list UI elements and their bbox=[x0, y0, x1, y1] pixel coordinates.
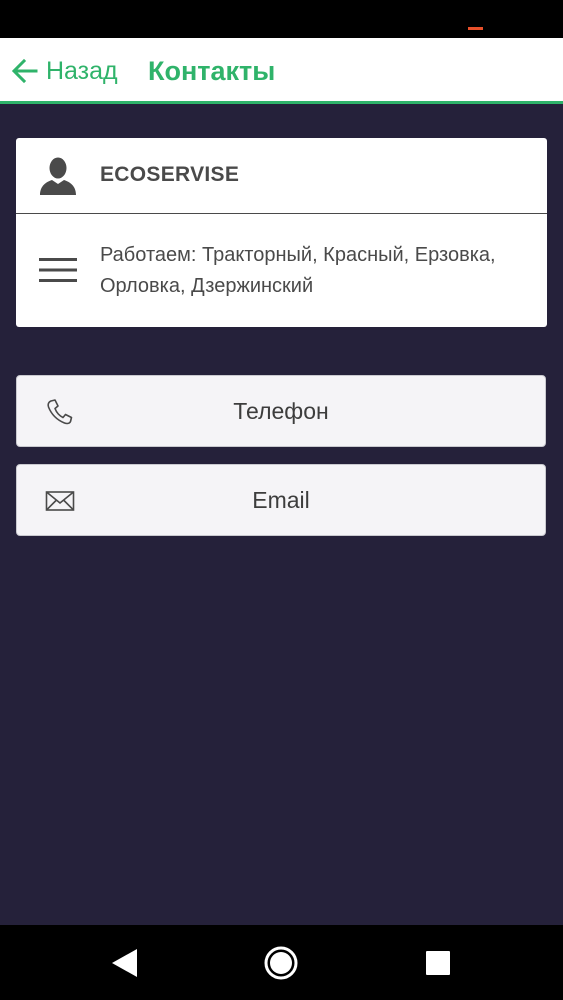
triangle-back-icon[interactable] bbox=[108, 945, 144, 981]
square-recent-icon[interactable] bbox=[420, 945, 456, 981]
description-row: Работаем: Тракторный, Красный, Ерзовка, … bbox=[16, 214, 547, 327]
circle-home-icon[interactable] bbox=[263, 945, 299, 981]
company-row: ECOSERVISE bbox=[16, 138, 547, 214]
arrow-left-icon bbox=[11, 58, 38, 84]
menu-icon bbox=[39, 258, 77, 282]
status-indicator bbox=[468, 27, 483, 30]
person-icon bbox=[40, 157, 76, 195]
page-title: Контакты bbox=[148, 56, 276, 86]
status-bar bbox=[0, 0, 563, 38]
back-button[interactable]: Назад bbox=[10, 52, 118, 90]
service-areas-text: Работаем: Тракторный, Красный, Ерзовка, … bbox=[100, 244, 496, 297]
back-label: Назад bbox=[46, 56, 118, 85]
screen: Назад Контакты ECOSERVISE Работаем: Трак… bbox=[0, 0, 563, 1000]
company-name: ECOSERVISE bbox=[100, 163, 240, 186]
system-nav-bar bbox=[0, 925, 563, 1000]
app-header: Назад Контакты bbox=[0, 38, 563, 104]
phone-label: Телефон bbox=[233, 397, 329, 424]
email-label: Email bbox=[252, 486, 310, 513]
phone-button[interactable]: Телефон bbox=[16, 375, 546, 447]
contact-info-card: ECOSERVISE Работаем: Тракторный, Красный… bbox=[16, 138, 547, 327]
email-button[interactable]: Email bbox=[16, 464, 546, 536]
